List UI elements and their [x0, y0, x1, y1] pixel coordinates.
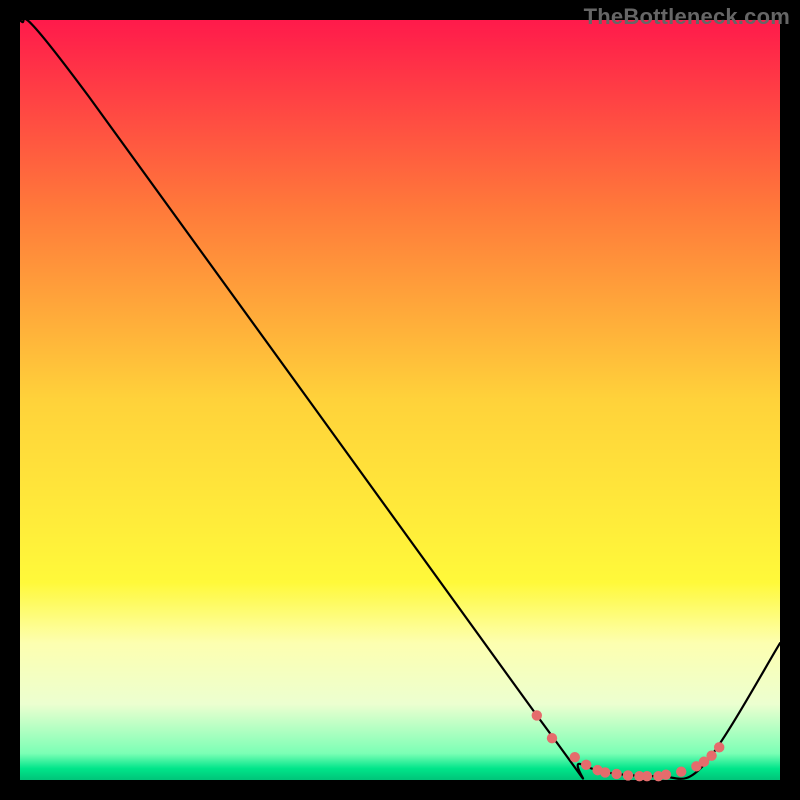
curve-marker — [706, 750, 716, 760]
curve-marker — [611, 769, 621, 779]
curve-marker — [623, 770, 633, 780]
curve-marker — [714, 742, 724, 752]
curve-marker — [532, 710, 542, 720]
curve-marker — [642, 771, 652, 781]
curve-marker — [661, 769, 671, 779]
chart-stage: TheBottleneck.com — [0, 0, 800, 800]
curve-marker — [600, 767, 610, 777]
chart-gradient-bg — [20, 20, 780, 780]
watermark-label: TheBottleneck.com — [584, 4, 790, 30]
curve-marker — [581, 760, 591, 770]
curve-marker — [547, 733, 557, 743]
curve-marker — [570, 752, 580, 762]
bottleneck-chart — [0, 0, 800, 800]
curve-marker — [676, 766, 686, 776]
